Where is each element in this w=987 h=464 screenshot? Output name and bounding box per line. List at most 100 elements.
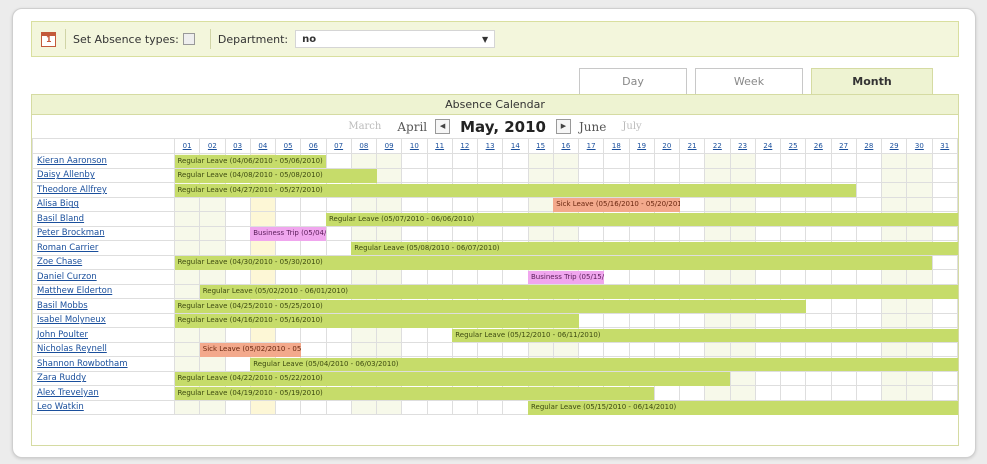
- day-cell[interactable]: [173, 341, 201, 357]
- day-cell[interactable]: [274, 385, 302, 401]
- day-cell[interactable]: [830, 269, 857, 285]
- day-header[interactable]: 29: [880, 138, 908, 154]
- day-cell[interactable]: [249, 211, 277, 227]
- day-cell[interactable]: [552, 269, 580, 285]
- day-cell[interactable]: [476, 167, 504, 183]
- day-cell[interactable]: [830, 254, 857, 270]
- day-cell[interactable]: [401, 211, 428, 227]
- day-cell[interactable]: [502, 254, 529, 270]
- day-cell[interactable]: [729, 385, 756, 401]
- day-cell[interactable]: [426, 399, 453, 415]
- day-cell[interactable]: [224, 399, 251, 415]
- day-cell[interactable]: [855, 312, 883, 328]
- day-cell[interactable]: [805, 269, 832, 285]
- day-cell[interactable]: [375, 240, 403, 256]
- day-cell[interactable]: [653, 167, 681, 183]
- day-cell[interactable]: [274, 196, 302, 212]
- day-cell[interactable]: [451, 269, 479, 285]
- day-cell[interactable]: [704, 327, 731, 343]
- day-cell[interactable]: [173, 399, 201, 415]
- day-cell[interactable]: [880, 399, 908, 415]
- day-cell[interactable]: [603, 269, 630, 285]
- day-cell[interactable]: [577, 385, 605, 401]
- day-cell[interactable]: [855, 182, 883, 198]
- day-cell[interactable]: [527, 341, 554, 357]
- day-cell[interactable]: [249, 283, 277, 299]
- day-cell[interactable]: [401, 225, 428, 241]
- day-cell[interactable]: [729, 370, 756, 386]
- day-cell[interactable]: [906, 225, 933, 241]
- day-cell[interactable]: [906, 385, 933, 401]
- day-cell[interactable]: [603, 399, 630, 415]
- day-cell[interactable]: [577, 182, 605, 198]
- day-cell[interactable]: [325, 182, 352, 198]
- day-cell[interactable]: [678, 240, 706, 256]
- day-cell[interactable]: [653, 312, 681, 328]
- day-cell[interactable]: [325, 312, 352, 328]
- day-cell[interactable]: [426, 370, 453, 386]
- day-cell[interactable]: [906, 312, 933, 328]
- day-cell[interactable]: [476, 356, 504, 372]
- day-cell[interactable]: [704, 254, 731, 270]
- day-cell[interactable]: [754, 283, 782, 299]
- day-cell[interactable]: [224, 283, 251, 299]
- day-cell[interactable]: [476, 341, 504, 357]
- day-cell[interactable]: [931, 283, 958, 299]
- day-cell[interactable]: [401, 182, 428, 198]
- day-cell[interactable]: [880, 385, 908, 401]
- day-cell[interactable]: [906, 298, 933, 314]
- day-cell[interactable]: [350, 312, 378, 328]
- day-cell[interactable]: [199, 240, 226, 256]
- next-month-button[interactable]: ▶: [556, 119, 571, 134]
- day-cell[interactable]: [502, 182, 529, 198]
- day-cell[interactable]: [552, 399, 580, 415]
- day-header[interactable]: 12: [451, 138, 479, 154]
- day-cell[interactable]: [476, 254, 504, 270]
- day-cell[interactable]: [704, 385, 731, 401]
- day-cell[interactable]: [300, 196, 327, 212]
- day-cell[interactable]: [577, 254, 605, 270]
- day-cell[interactable]: [173, 225, 201, 241]
- day-cell[interactable]: [426, 182, 453, 198]
- day-cell[interactable]: [401, 298, 428, 314]
- day-cell[interactable]: [754, 211, 782, 227]
- day-cell[interactable]: [906, 269, 933, 285]
- day-cell[interactable]: [375, 269, 403, 285]
- day-cell[interactable]: [552, 240, 580, 256]
- day-cell[interactable]: [678, 399, 706, 415]
- day-cell[interactable]: [274, 312, 302, 328]
- day-cell[interactable]: [274, 167, 302, 183]
- day-cell[interactable]: [249, 385, 277, 401]
- day-cell[interactable]: [754, 153, 782, 169]
- day-cell[interactable]: [678, 370, 706, 386]
- day-cell[interactable]: [906, 356, 933, 372]
- day-cell[interactable]: [653, 211, 681, 227]
- day-cell[interactable]: [476, 283, 504, 299]
- day-cell[interactable]: [880, 211, 908, 227]
- day-cell[interactable]: [224, 196, 251, 212]
- day-cell[interactable]: [906, 211, 933, 227]
- day-cell[interactable]: [350, 153, 378, 169]
- day-cell[interactable]: [855, 370, 883, 386]
- day-cell[interactable]: [426, 341, 453, 357]
- day-cell[interactable]: [502, 312, 529, 328]
- day-cell[interactable]: [577, 211, 605, 227]
- day-cell[interactable]: [906, 153, 933, 169]
- day-cell[interactable]: [678, 269, 706, 285]
- day-cell[interactable]: [754, 298, 782, 314]
- day-cell[interactable]: [779, 153, 807, 169]
- day-header[interactable]: 30: [906, 138, 933, 154]
- day-cell[interactable]: [603, 356, 630, 372]
- tab-month[interactable]: Month: [811, 68, 933, 94]
- day-cell[interactable]: [350, 182, 378, 198]
- day-cell[interactable]: [805, 370, 832, 386]
- day-cell[interactable]: [603, 327, 630, 343]
- day-cell[interactable]: [426, 240, 453, 256]
- day-cell[interactable]: [552, 283, 580, 299]
- day-cell[interactable]: [224, 211, 251, 227]
- day-cell[interactable]: [502, 225, 529, 241]
- day-cell[interactable]: [274, 225, 302, 241]
- day-cell[interactable]: [375, 283, 403, 299]
- day-cell[interactable]: [931, 225, 958, 241]
- day-cell[interactable]: [931, 182, 958, 198]
